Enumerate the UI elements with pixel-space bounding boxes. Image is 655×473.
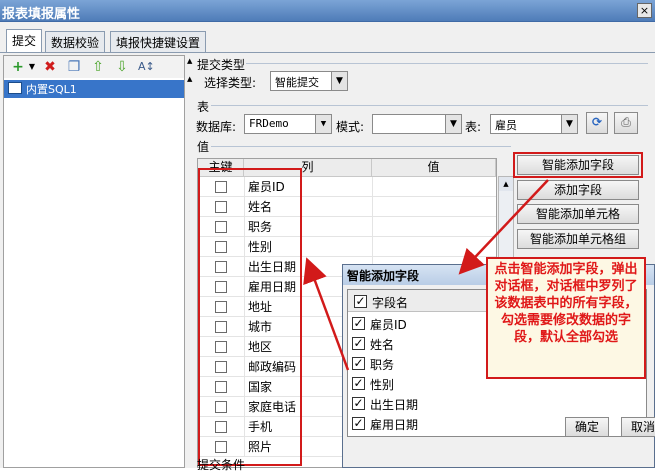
arrow-to-dialog: [458, 179, 549, 275]
arrow-to-rows: [303, 257, 350, 371]
annotation-arrows: [303, 179, 549, 371]
